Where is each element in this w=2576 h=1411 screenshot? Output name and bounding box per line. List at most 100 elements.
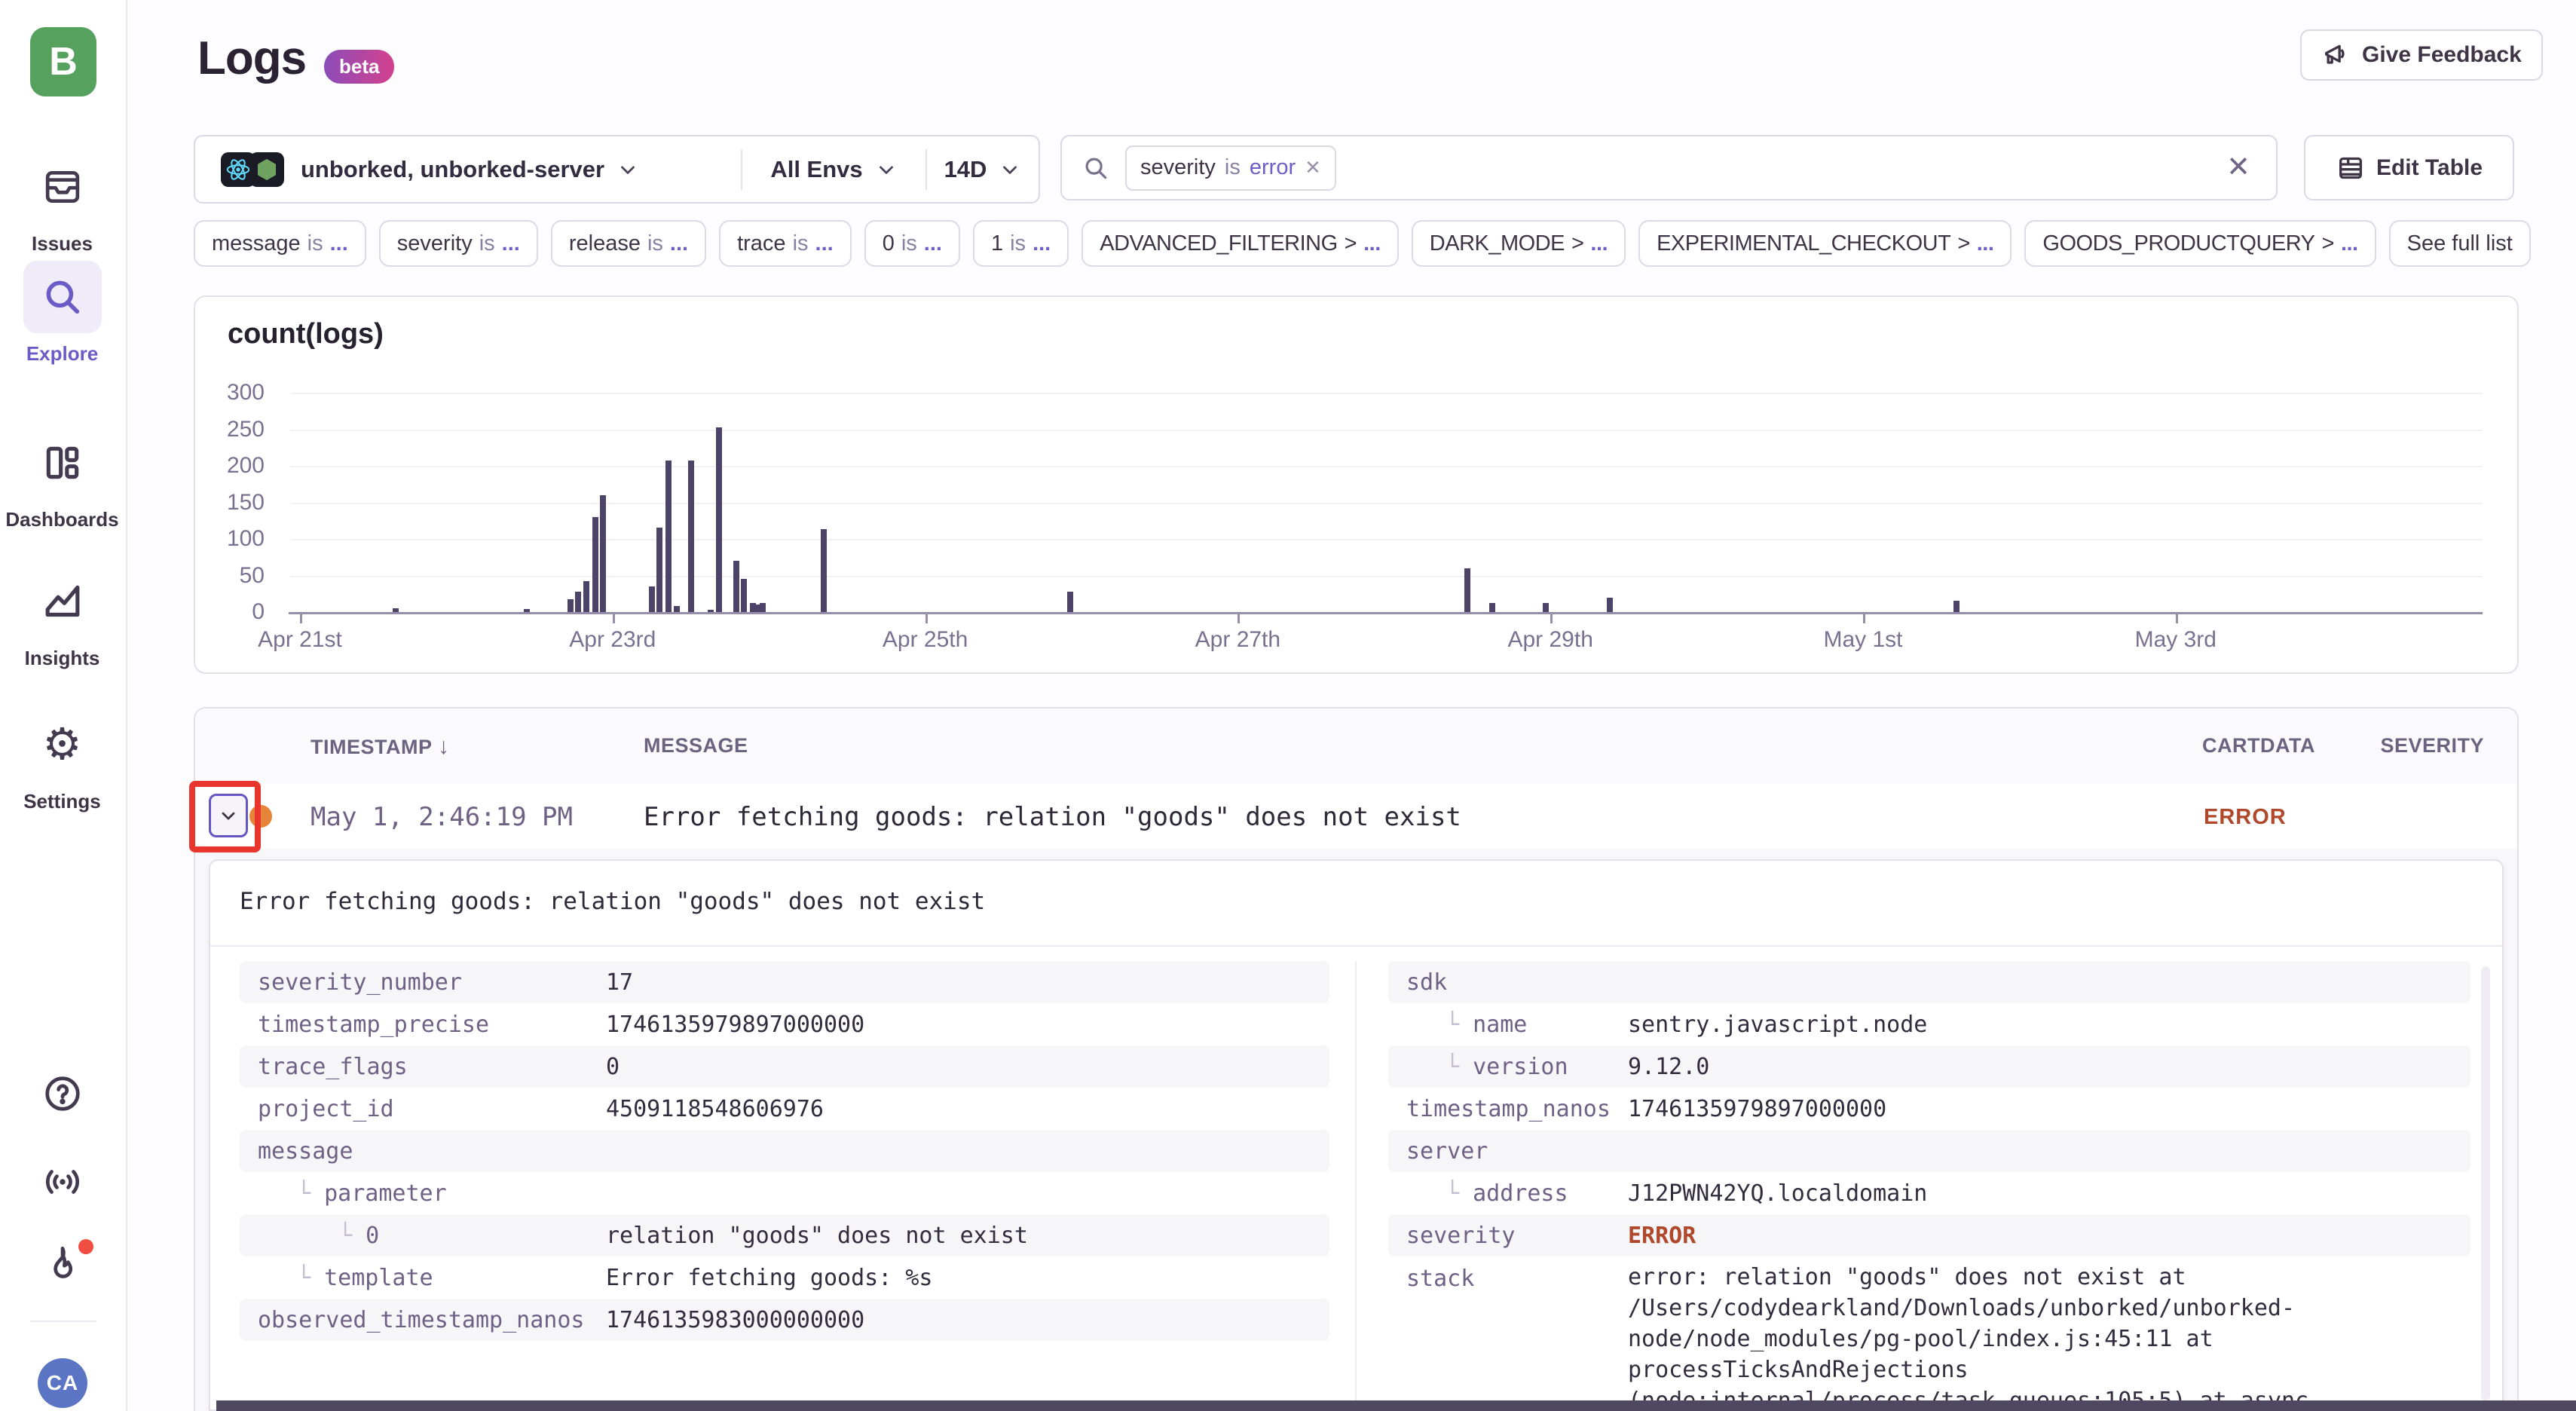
x-axis-label: Apr 21st (217, 627, 383, 653)
filter-chip-experimental-checkout[interactable]: EXPERIMENTAL_CHECKOUT>... (1638, 220, 2012, 267)
chip-operator: > (1345, 231, 1357, 256)
detail-key: └ version (1446, 1054, 1568, 1080)
chart-panel: count(logs) 050100150200250300Apr 21stAp… (194, 295, 2519, 674)
token-remove-icon[interactable]: ✕ (1305, 156, 1321, 179)
filter-chip-1[interactable]: 1is... (973, 220, 1069, 267)
search-icon (1081, 154, 1110, 182)
detail-key: stack (1406, 1266, 1474, 1292)
chart-gridline (290, 430, 2483, 431)
x-axis-label: Apr 29th (1467, 627, 1633, 653)
search-filter-token[interactable]: severity is error ✕ (1125, 145, 1336, 191)
detail-value: error: relation "goods" does not exist a… (1628, 1256, 2452, 1411)
detail-key: observed_timestamp_nanos (258, 1307, 584, 1333)
broadcast-button[interactable] (0, 1161, 124, 1203)
filter-chip-message[interactable]: messageis... (194, 220, 366, 267)
chart-bar (674, 606, 680, 612)
filter-chip-release[interactable]: releaseis... (551, 220, 706, 267)
detail-value: 17 (606, 962, 1299, 1003)
log-row[interactable]: May 1, 2:46:19 PM Error fetching goods: … (195, 784, 2517, 850)
chip-operator: is (793, 231, 809, 256)
x-axis-tick (925, 614, 928, 623)
filter-chip-trace[interactable]: traceis... (719, 220, 852, 267)
detail-row-severity_number: severity_number 17 (240, 961, 1329, 1003)
node-platform-icon (249, 152, 284, 187)
detail-key: severity_number (258, 969, 462, 996)
search-input[interactable]: severity is error ✕ ✕ (1060, 135, 2278, 200)
column-header-message[interactable]: MESSAGE (644, 734, 748, 758)
sidebar-item-settings[interactable]: ⚙ Settings (0, 709, 124, 813)
chip-operator: > (2322, 231, 2334, 256)
detail-key: └ 0 (338, 1223, 379, 1249)
log-timestamp: May 1, 2:46:19 PM (311, 802, 573, 832)
detail-row-message: message (240, 1130, 1329, 1172)
detail-scrollbar[interactable] (2481, 966, 2490, 1400)
chart-bar (821, 529, 827, 612)
column-header-cartdata[interactable]: CARTDATA (2202, 734, 2315, 758)
filter-chips-row: messageis... severityis... releaseis... tra… (194, 220, 2576, 270)
chart-bar (708, 610, 714, 612)
give-feedback-label: Give Feedback (2362, 42, 2522, 68)
insights-icon (23, 565, 102, 638)
column-label: TIMESTAMP (311, 736, 432, 758)
environment-selector[interactable]: All Envs (742, 136, 925, 202)
column-header-severity[interactable]: SEVERITY (2380, 734, 2484, 758)
whats-new-button[interactable] (0, 1242, 124, 1284)
edit-table-button[interactable]: Edit Table (2304, 135, 2514, 200)
column-header-timestamp[interactable]: TIMESTAMP ↓ (311, 734, 450, 760)
log-severity: ERROR (2204, 805, 2287, 830)
detail-row-project_id: project_id4509118548606976 (240, 1088, 1329, 1130)
filter-chip-0[interactable]: 0is... (864, 220, 960, 267)
filter-chip-advanced-filtering[interactable]: ADVANCED_FILTERING>... (1081, 220, 1399, 267)
detail-key: sdk (1406, 969, 1447, 996)
filter-chip-see-full-list[interactable]: See full list (2389, 220, 2531, 267)
chart-gridline (290, 503, 2483, 504)
expand-row-button[interactable] (209, 794, 248, 837)
y-axis-label: 50 (195, 563, 265, 589)
sidebar-item-explore[interactable]: Explore (0, 261, 124, 366)
annotation-dot (249, 805, 272, 828)
detail-key: └ address (1446, 1180, 1568, 1207)
detail-value: 9.12.0 (1628, 1046, 2452, 1088)
tree-connector: └ (1446, 1012, 1473, 1038)
sidebar-item-label: Issues (32, 232, 93, 256)
tree-connector: └ (1446, 1054, 1473, 1080)
dashboards-icon (23, 427, 102, 499)
filter-chip-dark-mode[interactable]: DARK_MODE>... (1412, 220, 1626, 267)
sidebar-item-insights[interactable]: Insights (0, 565, 124, 670)
chip-name: DARK_MODE (1430, 231, 1565, 256)
search-clear-icon[interactable]: ✕ (2226, 150, 2250, 184)
chip-ellipsis: ... (815, 231, 834, 256)
y-axis-label: 250 (195, 417, 265, 442)
detail-columns-divider (1355, 961, 1357, 1409)
x-axis-label: May 3rd (2093, 627, 2259, 653)
detail-key: └ name (1446, 1012, 1527, 1038)
help-button[interactable] (0, 1073, 124, 1114)
sidebar-item-issues[interactable]: Issues (0, 151, 124, 256)
sidebar-item-dashboards[interactable]: Dashboards (0, 427, 124, 531)
notification-dot (78, 1239, 93, 1254)
project-selector[interactable]: unborked, unborked-server (195, 136, 741, 202)
chip-operator: > (1571, 231, 1583, 256)
y-axis-label: 150 (195, 490, 265, 516)
give-feedback-button[interactable]: Give Feedback (2300, 29, 2543, 81)
filter-chip-goods-productquery[interactable]: GOODS_PRODUCTQUERY>... (2024, 220, 2376, 267)
chip-operator: is (901, 231, 917, 256)
avatar[interactable]: CA (38, 1358, 87, 1408)
bottom-dark-strip (216, 1400, 2576, 1411)
chart-bar (568, 599, 574, 612)
date-range-selector[interactable]: 14D (927, 136, 1039, 202)
sidebar-item-label: Settings (23, 790, 101, 813)
detail-row-address: └ addressJ12PWN42YQ.localdomain (1388, 1172, 2470, 1214)
detail-key: trace_flags (258, 1054, 408, 1080)
filter-chip-severity[interactable]: severityis... (379, 220, 538, 267)
x-axis-label: Apr 27th (1155, 627, 1320, 653)
detail-row-version: └ version 9.12.0 (1388, 1045, 2470, 1088)
chart-bar (393, 608, 399, 612)
chip-ellipsis: ... (502, 231, 520, 256)
detail-key: └ parameter (297, 1180, 447, 1207)
tree-connector: └ (338, 1223, 366, 1249)
chip-name: trace (737, 231, 785, 256)
org-logo[interactable]: B (30, 27, 96, 96)
chart-gridline (290, 466, 2483, 467)
x-axis-tick (1863, 614, 1865, 623)
